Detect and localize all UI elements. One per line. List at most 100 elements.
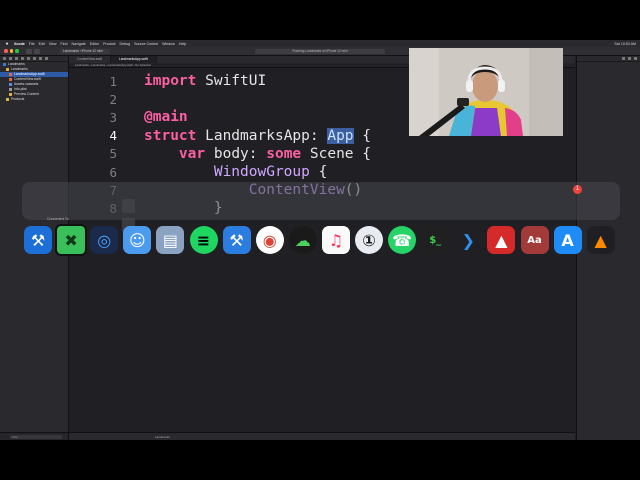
file-icon: [9, 93, 12, 96]
activity-viewer: Running Landmarks on iPhone 12 mini: [255, 48, 385, 54]
menu-clock[interactable]: Sat 10:53 AM: [614, 42, 636, 46]
file-inspector-icon[interactable]: [622, 57, 625, 60]
dock-icon-glyph: ❯: [461, 230, 475, 250]
line-number: 6: [109, 164, 117, 180]
line-number: 3: [109, 109, 117, 125]
dock-icon-glyph: ◉: [262, 230, 277, 250]
dock-icon-glyph: A: [561, 230, 574, 250]
history-icon[interactable]: [628, 57, 631, 60]
dictionary-icon[interactable]: Aa: [520, 226, 549, 254]
dock-icon-glyph: ☺: [128, 230, 146, 250]
close-window-button[interactable]: [4, 49, 8, 53]
code-token: import: [144, 73, 197, 89]
vscode-icon[interactable]: ❯: [454, 226, 483, 254]
line-number: 4: [109, 128, 117, 144]
dock-icon-glyph: ▲: [495, 230, 508, 250]
code-line[interactable]: 4 struct LandmarksApp: App {: [69, 127, 371, 145]
dock-icon-glyph: Aa: [527, 234, 542, 246]
menu-source-control[interactable]: Source Control: [134, 42, 158, 46]
tab-landmarks-app[interactable]: LandmarksApp.swift: [111, 56, 157, 63]
menu-file[interactable]: File: [29, 42, 35, 46]
app-store-badge: 1: [573, 185, 582, 194]
source-control-icon[interactable]: [9, 57, 12, 60]
xcode-icon[interactable]: ⚒: [24, 226, 52, 254]
quick-help-icon[interactable]: [634, 57, 637, 60]
debug-icon[interactable]: [39, 57, 42, 60]
menu-bar: ● Xcode File Edit View Find Navigate Edi…: [0, 40, 640, 47]
code-text: struct LandmarksApp: App {: [144, 127, 372, 144]
menu-help[interactable]: Help: [179, 42, 186, 46]
menu-navigate[interactable]: Navigate: [72, 42, 86, 46]
app-store-icon[interactable]: A: [553, 226, 582, 254]
finder-icon[interactable]: ☺: [123, 226, 152, 254]
file-icon: [9, 88, 12, 91]
zoom-window-button[interactable]: [15, 49, 19, 53]
apple-icon[interactable]: ●: [4, 41, 10, 47]
warning-icon[interactable]: [27, 57, 30, 60]
code-line[interactable]: 2: [69, 90, 144, 108]
tab-content-view[interactable]: ContentView.swift: [69, 56, 112, 63]
search-icon[interactable]: [21, 57, 24, 60]
1password-icon[interactable]: ①: [355, 226, 383, 254]
vlc-icon[interactable]: ▲: [586, 226, 615, 254]
dock-icon-glyph: ▲: [594, 230, 607, 250]
menu-window[interactable]: Window: [162, 42, 175, 46]
cloud-app-icon[interactable]: ☁: [288, 226, 317, 254]
run-button[interactable]: [26, 48, 32, 54]
connected-to-icon[interactable]: ✖: [55, 224, 88, 256]
menu-editor[interactable]: Editor: [90, 42, 99, 46]
webcam-overlay: [409, 48, 563, 136]
code-text: import SwiftUI: [144, 73, 266, 89]
code-line[interactable]: 5 var body: some Scene {: [69, 145, 371, 163]
xcode-simulator-icon[interactable]: ⚒: [222, 226, 251, 254]
stop-button[interactable]: [34, 48, 40, 54]
symbol-icon[interactable]: [15, 57, 18, 60]
music-icon[interactable]: ♫: [321, 226, 350, 254]
file-tree: Landmarks Landmarks LandmarksApp.swift Cont…: [0, 62, 68, 102]
menu-debug[interactable]: Debug: [120, 42, 131, 46]
whatsapp-icon[interactable]: ☎: [388, 226, 417, 254]
menu-find[interactable]: Find: [61, 42, 68, 46]
code-token: body:: [205, 145, 267, 162]
terminal-icon[interactable]: $_: [421, 226, 450, 254]
dock-icon-glyph: ▤: [162, 230, 178, 250]
menu-view[interactable]: View: [49, 42, 57, 46]
line-number: 2: [109, 91, 117, 107]
code-line[interactable]: 1 import SwiftUI: [69, 72, 266, 90]
menu-edit[interactable]: Edit: [39, 42, 45, 46]
code-line[interactable]: 6 WindowGroup {: [69, 163, 327, 181]
code-token: some: [266, 145, 302, 162]
file-icon: [9, 83, 12, 86]
chrome-icon[interactable]: ◉: [255, 226, 284, 254]
proxyman-icon[interactable]: ◎: [90, 226, 119, 254]
preview-icon[interactable]: ▤: [156, 226, 185, 254]
dock-icon-glyph: $_: [429, 234, 442, 246]
dock-icon-glyph: ①: [362, 230, 376, 250]
code-token: {: [353, 127, 372, 144]
dock-icon-glyph: ♫: [328, 230, 344, 250]
code-text: @main: [144, 109, 188, 125]
navigator-item[interactable]: Products: [0, 97, 68, 102]
code-token: @main: [144, 109, 188, 126]
line-number: 1: [109, 73, 117, 89]
breakpoint-icon[interactable]: [45, 57, 48, 60]
minimize-window-button[interactable]: [9, 49, 13, 53]
scheme-selector[interactable]: Landmarks › iPhone 12 mini: [60, 48, 110, 54]
navigator-filter-bar: Filter: [0, 432, 68, 440]
spotify-icon[interactable]: ≡: [189, 226, 218, 254]
code-line[interactable]: 3 @main: [69, 108, 188, 126]
test-icon[interactable]: [33, 57, 36, 60]
folder-icon[interactable]: [3, 57, 6, 60]
menu-app-name[interactable]: Xcode: [14, 42, 25, 46]
filter-input[interactable]: Filter: [10, 434, 62, 439]
dock-icon-glyph: ⚒: [229, 230, 244, 250]
dock-icon-glyph: ☎: [392, 230, 413, 250]
dock-icon-glyph: ≡: [196, 230, 211, 250]
file-icon: [3, 63, 6, 66]
inspector-tabs: [577, 56, 640, 62]
menu-product[interactable]: Product: [103, 42, 115, 46]
file-icon: [6, 98, 9, 101]
transmit-icon[interactable]: ▲: [487, 226, 516, 254]
